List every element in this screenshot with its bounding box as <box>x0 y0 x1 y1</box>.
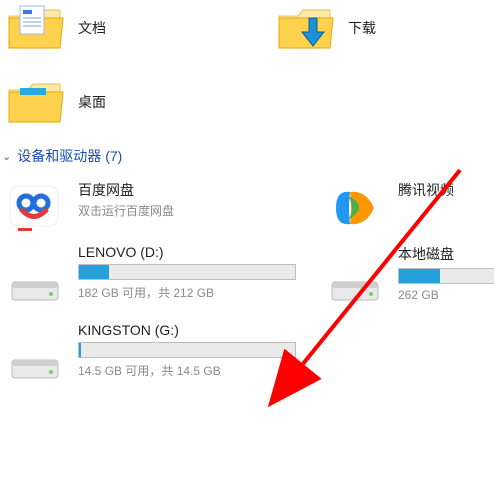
folder-label: 文档 <box>78 18 106 38</box>
drive-capacity-bar <box>78 264 296 280</box>
drive-title: 本地磁盘 <box>398 244 494 264</box>
chevron-down-icon: ⌄ <box>2 150 11 163</box>
tencent-video-icon <box>326 184 384 232</box>
section-title: 设备和驱动器 <box>17 146 101 166</box>
drive-capacity-bar <box>398 268 494 284</box>
baidu-netdisk-icon <box>6 184 64 232</box>
drive-capacity-bar <box>78 342 296 358</box>
device-title: 百度网盘 <box>78 180 314 200</box>
drive-title: LENOVO (D:) <box>78 244 314 260</box>
folder-label: 下载 <box>348 18 376 38</box>
folder-desktop[interactable]: 桌面 <box>0 74 260 130</box>
drive-capacity-fill <box>79 265 109 279</box>
drive-title: KINGSTON (G:) <box>78 322 314 338</box>
folder-documents[interactable]: 文档 <box>0 0 260 56</box>
drive-lenovo-d[interactable]: LENOVO (D:) 182 GB 可用，共 212 GB <box>0 238 320 316</box>
folder-label: 桌面 <box>78 92 106 112</box>
folder-documents-icon <box>6 4 66 52</box>
device-baidu-netdisk[interactable]: 百度网盘 双击运行百度网盘 <box>0 174 320 238</box>
folder-downloads[interactable]: 下载 <box>270 0 470 56</box>
drive-capacity-fill <box>399 269 440 283</box>
folder-desktop-icon <box>6 78 66 126</box>
folder-downloads-icon <box>276 4 336 52</box>
drive-status: 182 GB 可用，共 212 GB <box>78 284 314 301</box>
drive-localdisk[interactable]: 本地磁盘 262 GB <box>320 238 500 316</box>
drive-icon <box>6 340 64 388</box>
drive-icon <box>6 262 64 310</box>
drive-kingston-g[interactable]: KINGSTON (G:) 14.5 GB 可用，共 14.5 GB <box>0 316 320 394</box>
device-subtitle: 双击运行百度网盘 <box>78 202 314 219</box>
section-count: (7) <box>105 148 122 164</box>
drive-capacity-fill <box>79 343 81 357</box>
device-title: 腾讯视频 <box>398 180 494 200</box>
device-tencent-video[interactable]: 腾讯视频 <box>320 174 500 238</box>
drive-icon <box>326 262 384 310</box>
drive-status: 262 GB <box>398 288 494 302</box>
drive-status: 14.5 GB 可用，共 14.5 GB <box>78 362 314 379</box>
devices-section-header[interactable]: ⌄ 设备和驱动器 (7) <box>2 146 500 166</box>
